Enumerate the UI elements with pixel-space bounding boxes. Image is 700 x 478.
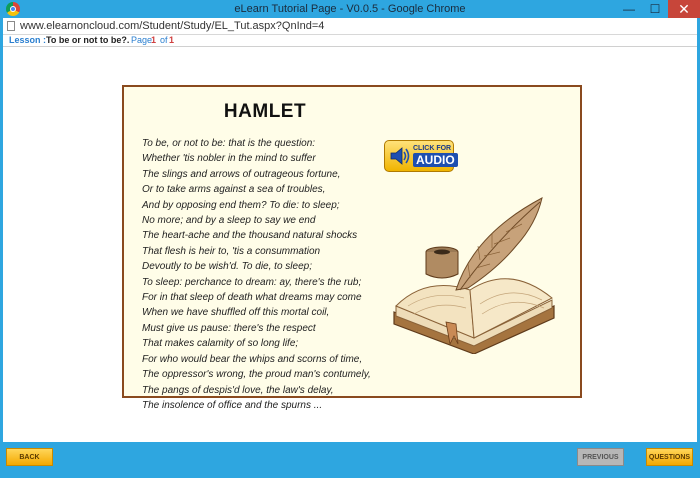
footer-bar: BACK PREVIOUS QUESTIONS	[0, 442, 700, 478]
address-bar[interactable]: www.elearnoncloud.com/Student/Study/EL_T…	[3, 18, 697, 35]
click-for-audio-button[interactable]: CLICK FOR AUDIO	[384, 140, 458, 172]
poem-line: The heart-ache and the thousand natural …	[142, 230, 358, 242]
audio-button-line2: AUDIO	[413, 153, 458, 167]
poem-line: Devoutly to be wish'd. To die, to sleep;	[142, 261, 312, 273]
speaker-icon	[390, 147, 410, 165]
content-area: HAMLET To be, or not to be: that is the …	[3, 47, 697, 442]
minimize-button[interactable]: —	[615, 0, 643, 18]
poem-line: For in that sleep of death what dreams m…	[142, 292, 362, 304]
window-titlebar: eLearn Tutorial Page - V0.0.5 - Google C…	[0, 0, 700, 18]
poem-line: That flesh is heir to, 'tis a consummati…	[142, 245, 321, 257]
lesson-bar: Lesson : To be or not to be?. Page 1 of …	[3, 35, 697, 46]
poem-line: The pangs of despis'd love, the law's de…	[142, 384, 334, 396]
poem-line: That makes calamity of so long life;	[142, 338, 299, 350]
page-total: 1	[169, 35, 175, 45]
close-button[interactable]: ✕	[668, 0, 700, 18]
page-label: Page	[131, 35, 153, 45]
lesson-label: Lesson :	[9, 35, 47, 45]
poem-line: And by opposing end them? To die: to sle…	[142, 199, 340, 211]
poem-line: Must give us pause: there's the respect	[142, 322, 316, 334]
poem-line: When we have shuffled off this mortal co…	[142, 307, 330, 319]
lesson-card: HAMLET To be, or not to be: that is the …	[122, 85, 582, 411]
poem-line: The insolence of office and the spurns .…	[142, 399, 323, 411]
audio-button-line1: CLICK FOR	[413, 145, 452, 152]
previous-button[interactable]: PREVIOUS	[577, 448, 624, 466]
page-of-label: of	[160, 35, 168, 45]
lesson-title: To be or not to be?.	[46, 35, 130, 45]
window-title: eLearn Tutorial Page - V0.0.5 - Google C…	[234, 3, 466, 15]
poem-text: To be, or not to be: that is the questio…	[142, 136, 371, 413]
maximize-button[interactable]: ☐	[641, 0, 669, 18]
page-icon	[7, 21, 15, 31]
poem-line: For who would bear the whips and scorns …	[142, 353, 363, 365]
back-button[interactable]: BACK	[6, 448, 53, 466]
poem-line: No more; and by a sleep to say we end	[142, 215, 316, 227]
poem-line: To be, or not to be: that is the questio…	[142, 138, 316, 149]
page-number: 1	[151, 35, 157, 45]
poem-line: Whether 'tis nobler in the mind to suffe…	[142, 153, 316, 165]
poem-line: To sleep: perchance to dream: ay, there'…	[142, 276, 362, 288]
questions-button[interactable]: QUESTIONS	[646, 448, 693, 466]
card-title: HAMLET	[223, 101, 307, 122]
poem-line: Or to take arms against a sea of trouble…	[142, 184, 326, 196]
url-text[interactable]: www.elearnoncloud.com/Student/Study/EL_T…	[20, 20, 324, 32]
poem-line: The slings and arrows of outrageous fort…	[142, 168, 341, 180]
poem-line: The oppressor's wrong, the proud man's c…	[142, 369, 371, 381]
book-and-quill-illustration	[393, 197, 555, 354]
